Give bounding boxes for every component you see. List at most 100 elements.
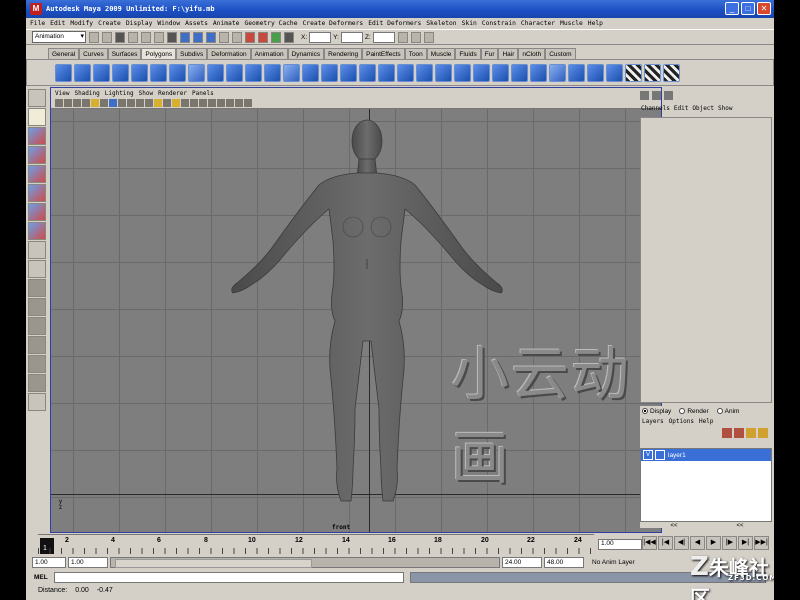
close-button[interactable]: ✕ xyxy=(757,2,771,15)
shelf-tab-surfaces[interactable]: Surfaces xyxy=(107,48,142,59)
poly-sphere-icon[interactable] xyxy=(55,63,72,82)
open-scene-icon[interactable] xyxy=(102,31,112,43)
poly-cube-icon[interactable] xyxy=(74,63,91,82)
menu-geometry-cache[interactable]: Geometry Cache xyxy=(244,20,297,27)
step-forward-frame-button[interactable]: ▶| xyxy=(738,536,753,550)
panel-menu-show[interactable]: Show xyxy=(139,90,153,97)
shelf-tab-subdivs[interactable]: Subdivs xyxy=(176,48,208,59)
shelf-tab-animation[interactable]: Animation xyxy=(250,48,288,59)
animation-start-field[interactable]: 1.00 xyxy=(32,557,66,568)
play-backwards-button[interactable]: ◀ xyxy=(690,536,705,550)
textured-icon[interactable] xyxy=(163,99,171,107)
cylindrical-mapping-icon[interactable] xyxy=(587,63,604,82)
layer-type-toggle[interactable] xyxy=(655,450,665,460)
shelf-tab-painteffects[interactable]: PaintEffects xyxy=(362,48,405,59)
command-language-toggle[interactable]: MEL xyxy=(34,574,48,581)
playback-start-field[interactable]: 1.00 xyxy=(68,557,108,568)
select-component-icon[interactable] xyxy=(154,31,164,43)
append-polygon-icon[interactable] xyxy=(397,63,414,82)
poly-helix-icon[interactable] xyxy=(188,63,205,82)
step-forward-key-button[interactable]: |▶ xyxy=(722,536,737,550)
anim-layer-dropdown[interactable]: No Anim Layer xyxy=(592,559,635,566)
select-hierarchy-icon[interactable] xyxy=(128,31,138,43)
channel-box[interactable] xyxy=(640,117,772,403)
step-back-key-button[interactable]: ◀| xyxy=(674,536,689,550)
range-slider[interactable] xyxy=(110,557,500,568)
snap-point-icon[interactable] xyxy=(206,31,216,43)
film-gate-icon[interactable] xyxy=(100,99,108,107)
show-both-icon[interactable] xyxy=(664,90,673,100)
split-polygon-icon[interactable] xyxy=(435,63,452,82)
move-tool-icon[interactable] xyxy=(28,146,46,164)
menu-create[interactable]: Create xyxy=(98,20,121,27)
poly-cone-icon[interactable] xyxy=(112,63,129,82)
extrude-icon[interactable] xyxy=(359,63,376,82)
viewport-canvas[interactable]: 小云动画 y z front xyxy=(51,109,661,532)
layer-scroll-right[interactable]: << xyxy=(736,523,743,529)
xray-joints-icon[interactable] xyxy=(199,99,207,107)
safe-action-icon[interactable] xyxy=(127,99,135,107)
channel-menu-edit[interactable]: Edit xyxy=(674,105,688,112)
menu-set-dropdown[interactable]: Animation xyxy=(32,31,86,43)
snap-plane-icon[interactable] xyxy=(219,31,229,43)
scale-tool-icon[interactable] xyxy=(28,184,46,202)
xray-icon[interactable] xyxy=(190,99,198,107)
use-all-lights-icon[interactable] xyxy=(172,99,180,107)
shelf-tab-fluids[interactable]: Fluids xyxy=(455,48,481,59)
grid-icon[interactable] xyxy=(226,99,234,107)
mirror-icon[interactable] xyxy=(340,63,357,82)
menu-edit[interactable]: Edit xyxy=(50,20,65,27)
show-layer-editor-icon[interactable] xyxy=(652,90,661,100)
shelf-tab-toon[interactable]: Toon xyxy=(404,48,427,59)
combine-icon[interactable] xyxy=(207,63,224,82)
shelf-tab-ncloth[interactable]: nCloth xyxy=(518,48,546,59)
input-line-icon[interactable] xyxy=(284,31,294,43)
menu-skeleton[interactable]: Skeleton xyxy=(426,20,456,27)
smooth-shade-icon[interactable] xyxy=(145,99,153,107)
smooth-icon[interactable] xyxy=(264,63,281,82)
panel-menu-lighting[interactable]: Lighting xyxy=(105,90,134,97)
extract-icon[interactable] xyxy=(245,63,262,82)
grid-toggle-icon[interactable] xyxy=(91,99,99,107)
current-frame-field[interactable]: 1.00 xyxy=(598,539,642,550)
channel-menu-show[interactable]: Show xyxy=(718,105,732,112)
channel-menu-channels[interactable]: Channels xyxy=(641,105,670,112)
shelf-tab-deformation[interactable]: Deformation xyxy=(207,48,251,59)
go-to-end-button[interactable]: ▶▶| xyxy=(754,536,769,550)
layer-menu-layers[interactable]: Layers xyxy=(642,418,664,425)
menu-modify[interactable]: Modify xyxy=(70,20,93,27)
shelf-tab-muscle[interactable]: Muscle xyxy=(426,48,456,59)
layer-menu-options[interactable]: Options xyxy=(669,418,694,425)
bookmarks-icon[interactable] xyxy=(73,99,81,107)
planar-mapping-icon[interactable] xyxy=(568,63,585,82)
poly-plane-icon[interactable] xyxy=(131,63,148,82)
playback-end-field[interactable]: 24.00 xyxy=(502,557,542,568)
frame-selected-icon[interactable] xyxy=(244,99,252,107)
shelf-tab-curves[interactable]: Curves xyxy=(79,48,108,59)
play-forwards-button[interactable]: ▶ xyxy=(706,536,721,550)
maximize-button[interactable]: □ xyxy=(741,2,755,15)
shelf-tab-custom[interactable]: Custom xyxy=(545,48,576,59)
hud-icon[interactable] xyxy=(217,99,225,107)
panel-menu-panels[interactable]: Panels xyxy=(192,90,214,97)
menu-animate[interactable]: Animate xyxy=(213,20,240,27)
move-layer-up-icon[interactable] xyxy=(722,428,732,438)
command-input[interactable] xyxy=(53,571,404,583)
rotate-tool-icon[interactable] xyxy=(28,165,46,183)
shelf-tab-dynamics[interactable]: Dynamics xyxy=(287,48,325,59)
frame-all-icon[interactable] xyxy=(235,99,243,107)
z-field[interactable] xyxy=(372,31,395,43)
boolean-union-icon[interactable] xyxy=(283,63,300,82)
new-layer-selected-icon[interactable] xyxy=(758,428,768,438)
last-tool-icon[interactable] xyxy=(28,260,46,278)
menu-help[interactable]: Help xyxy=(588,20,603,27)
save-scene-icon[interactable] xyxy=(115,31,125,43)
snap-curve-icon[interactable] xyxy=(193,31,203,43)
new-layer-icon[interactable] xyxy=(746,428,756,438)
layer-mode-render[interactable]: Render xyxy=(679,408,709,415)
universal-manipulator-icon[interactable] xyxy=(28,203,46,221)
time-slider[interactable]: 1 2 4 6 8 10 12 14 16 18 20 22 24 xyxy=(38,534,594,554)
gate-mask-icon[interactable] xyxy=(118,99,126,107)
move-layer-down-icon[interactable] xyxy=(734,428,744,438)
sculpt-geometry-icon[interactable] xyxy=(549,63,566,82)
